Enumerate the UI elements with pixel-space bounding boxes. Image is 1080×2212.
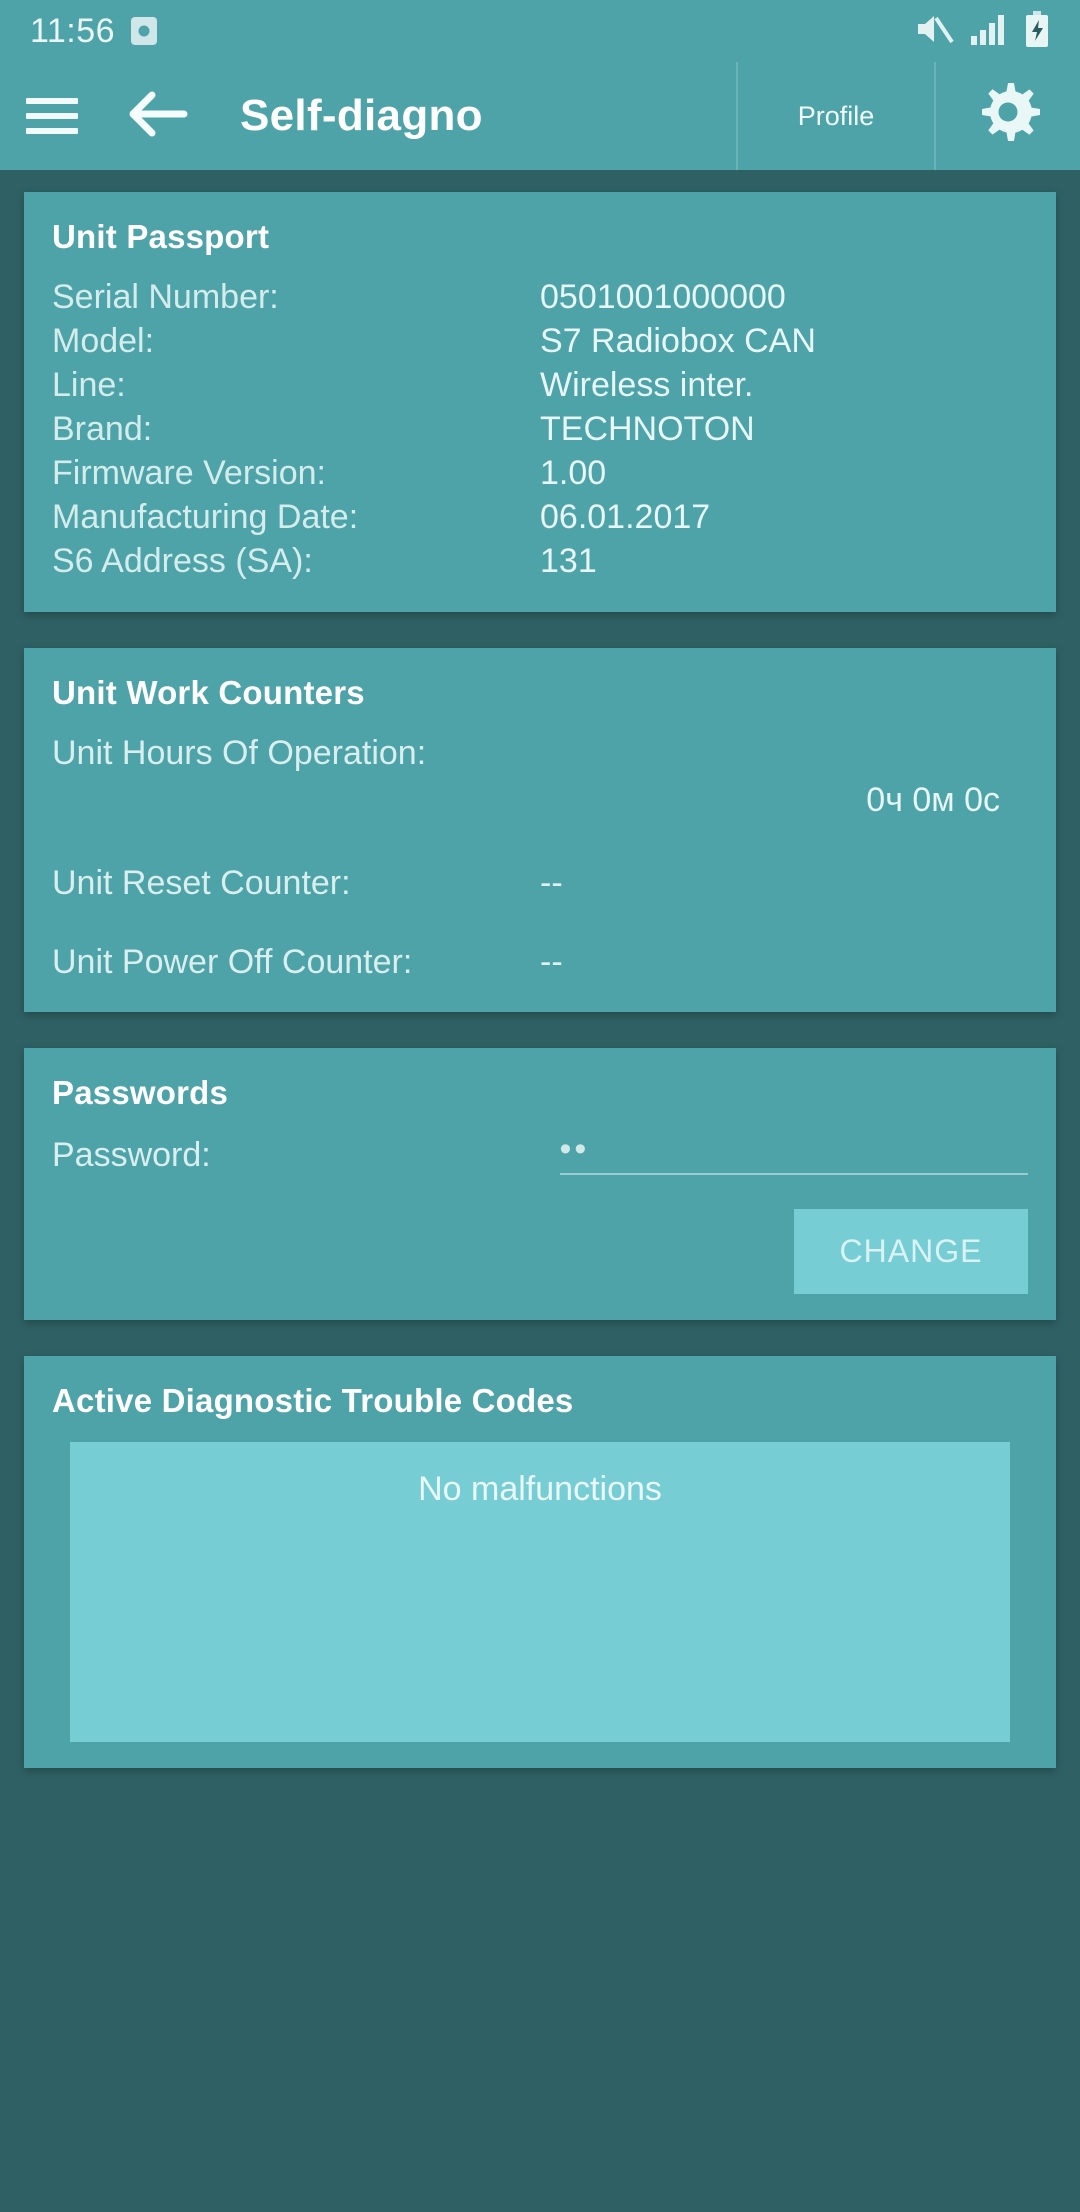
row-label: Firmware Version: <box>52 454 326 492</box>
hours-of-operation-value: 0ч 0м 0с <box>866 781 1000 819</box>
active-dtc-list[interactable]: No malfunctions <box>70 1442 1010 1742</box>
phone-screen: 11:56 Self-diagno Profile Unit Passport … <box>0 0 1080 2212</box>
signal-bars-icon <box>970 12 1008 51</box>
back-button[interactable] <box>104 62 212 170</box>
hours-of-operation-label: Unit Hours Of Operation: <box>52 734 427 772</box>
unit-work-counters-card: Unit Work Counters Unit Hours Of Operati… <box>24 648 1056 1012</box>
row-label: S6 Address (SA): <box>52 542 313 580</box>
table-row: Firmware Version: 1.00 <box>52 454 1028 493</box>
no-malfunctions-message: No malfunctions <box>418 1470 662 1508</box>
table-row: Unit Power Off Counter: -- <box>52 943 1028 982</box>
unit-passport-card: Unit Passport Serial Number: 05010010000… <box>24 192 1056 612</box>
table-row: S6 Address (SA): 131 <box>52 542 1028 581</box>
unit-work-counters-title: Unit Work Counters <box>52 674 365 711</box>
passwords-title: Passwords <box>52 1074 229 1111</box>
status-bar-clock: 11:56 <box>30 11 116 50</box>
status-bar: 11:56 <box>0 0 1080 62</box>
password-masked-value: •• <box>559 1130 590 1168</box>
gear-icon <box>973 79 1043 154</box>
row-value: 0501001000000 <box>540 278 786 316</box>
password-label: Password: <box>52 1136 211 1174</box>
row-value: -- <box>540 864 563 902</box>
row-label: Serial Number: <box>52 278 279 316</box>
row-value: 1.00 <box>540 454 607 492</box>
table-row: Serial Number: 0501001000000 <box>52 278 1028 317</box>
table-row: Unit Reset Counter: -- <box>52 864 1028 903</box>
password-actions: CHANGE <box>52 1209 1028 1294</box>
profile-button[interactable]: Profile <box>736 62 936 170</box>
page-title: Self-diagno <box>240 91 483 140</box>
password-row: Password: •• <box>52 1130 1028 1175</box>
row-value: Wireless inter. <box>540 366 754 404</box>
table-row: Model: S7 Radiobox CAN <box>52 322 1028 361</box>
app-bar: Self-diagno Profile <box>0 62 1080 170</box>
clock-icon <box>131 17 158 45</box>
table-row: Brand: TECHNOTON <box>52 410 1028 449</box>
row-label: Unit Reset Counter: <box>52 864 351 902</box>
row-value: TECHNOTON <box>540 410 755 448</box>
table-row: Manufacturing Date: 06.01.2017 <box>52 498 1028 537</box>
row-value: 131 <box>540 542 597 580</box>
hamburger-menu-button[interactable] <box>0 62 104 170</box>
row-label: Manufacturing Date: <box>52 498 359 536</box>
row-label: Unit Power Off Counter: <box>52 943 413 981</box>
row-value: S7 Radiobox CAN <box>540 322 816 360</box>
passwords-card: Passwords Password: •• CHANGE <box>24 1048 1056 1320</box>
arrow-back-icon <box>126 87 190 146</box>
hamburger-menu-icon <box>26 98 78 134</box>
row-label: Model: <box>52 322 155 360</box>
change-password-button[interactable]: CHANGE <box>794 1209 1028 1294</box>
password-input[interactable]: •• <box>559 1130 1028 1175</box>
scroll-content[interactable]: Unit Passport Serial Number: 05010010000… <box>0 170 1080 1768</box>
row-label: Brand: <box>52 410 153 448</box>
row-value: 06.01.2017 <box>540 498 711 536</box>
row-value: -- <box>540 943 563 981</box>
unit-passport-title: Unit Passport <box>52 218 270 255</box>
status-bar-icons <box>914 10 1050 52</box>
volume-mute-icon <box>914 12 954 51</box>
active-dtc-title: Active Diagnostic Trouble Codes <box>52 1382 574 1419</box>
settings-button[interactable] <box>936 62 1080 170</box>
table-row: Line: Wireless inter. <box>52 366 1028 405</box>
active-dtc-card: Active Diagnostic Trouble Codes No malfu… <box>24 1356 1056 1768</box>
row-label: Line: <box>52 366 126 404</box>
battery-charging-icon <box>1024 10 1050 52</box>
